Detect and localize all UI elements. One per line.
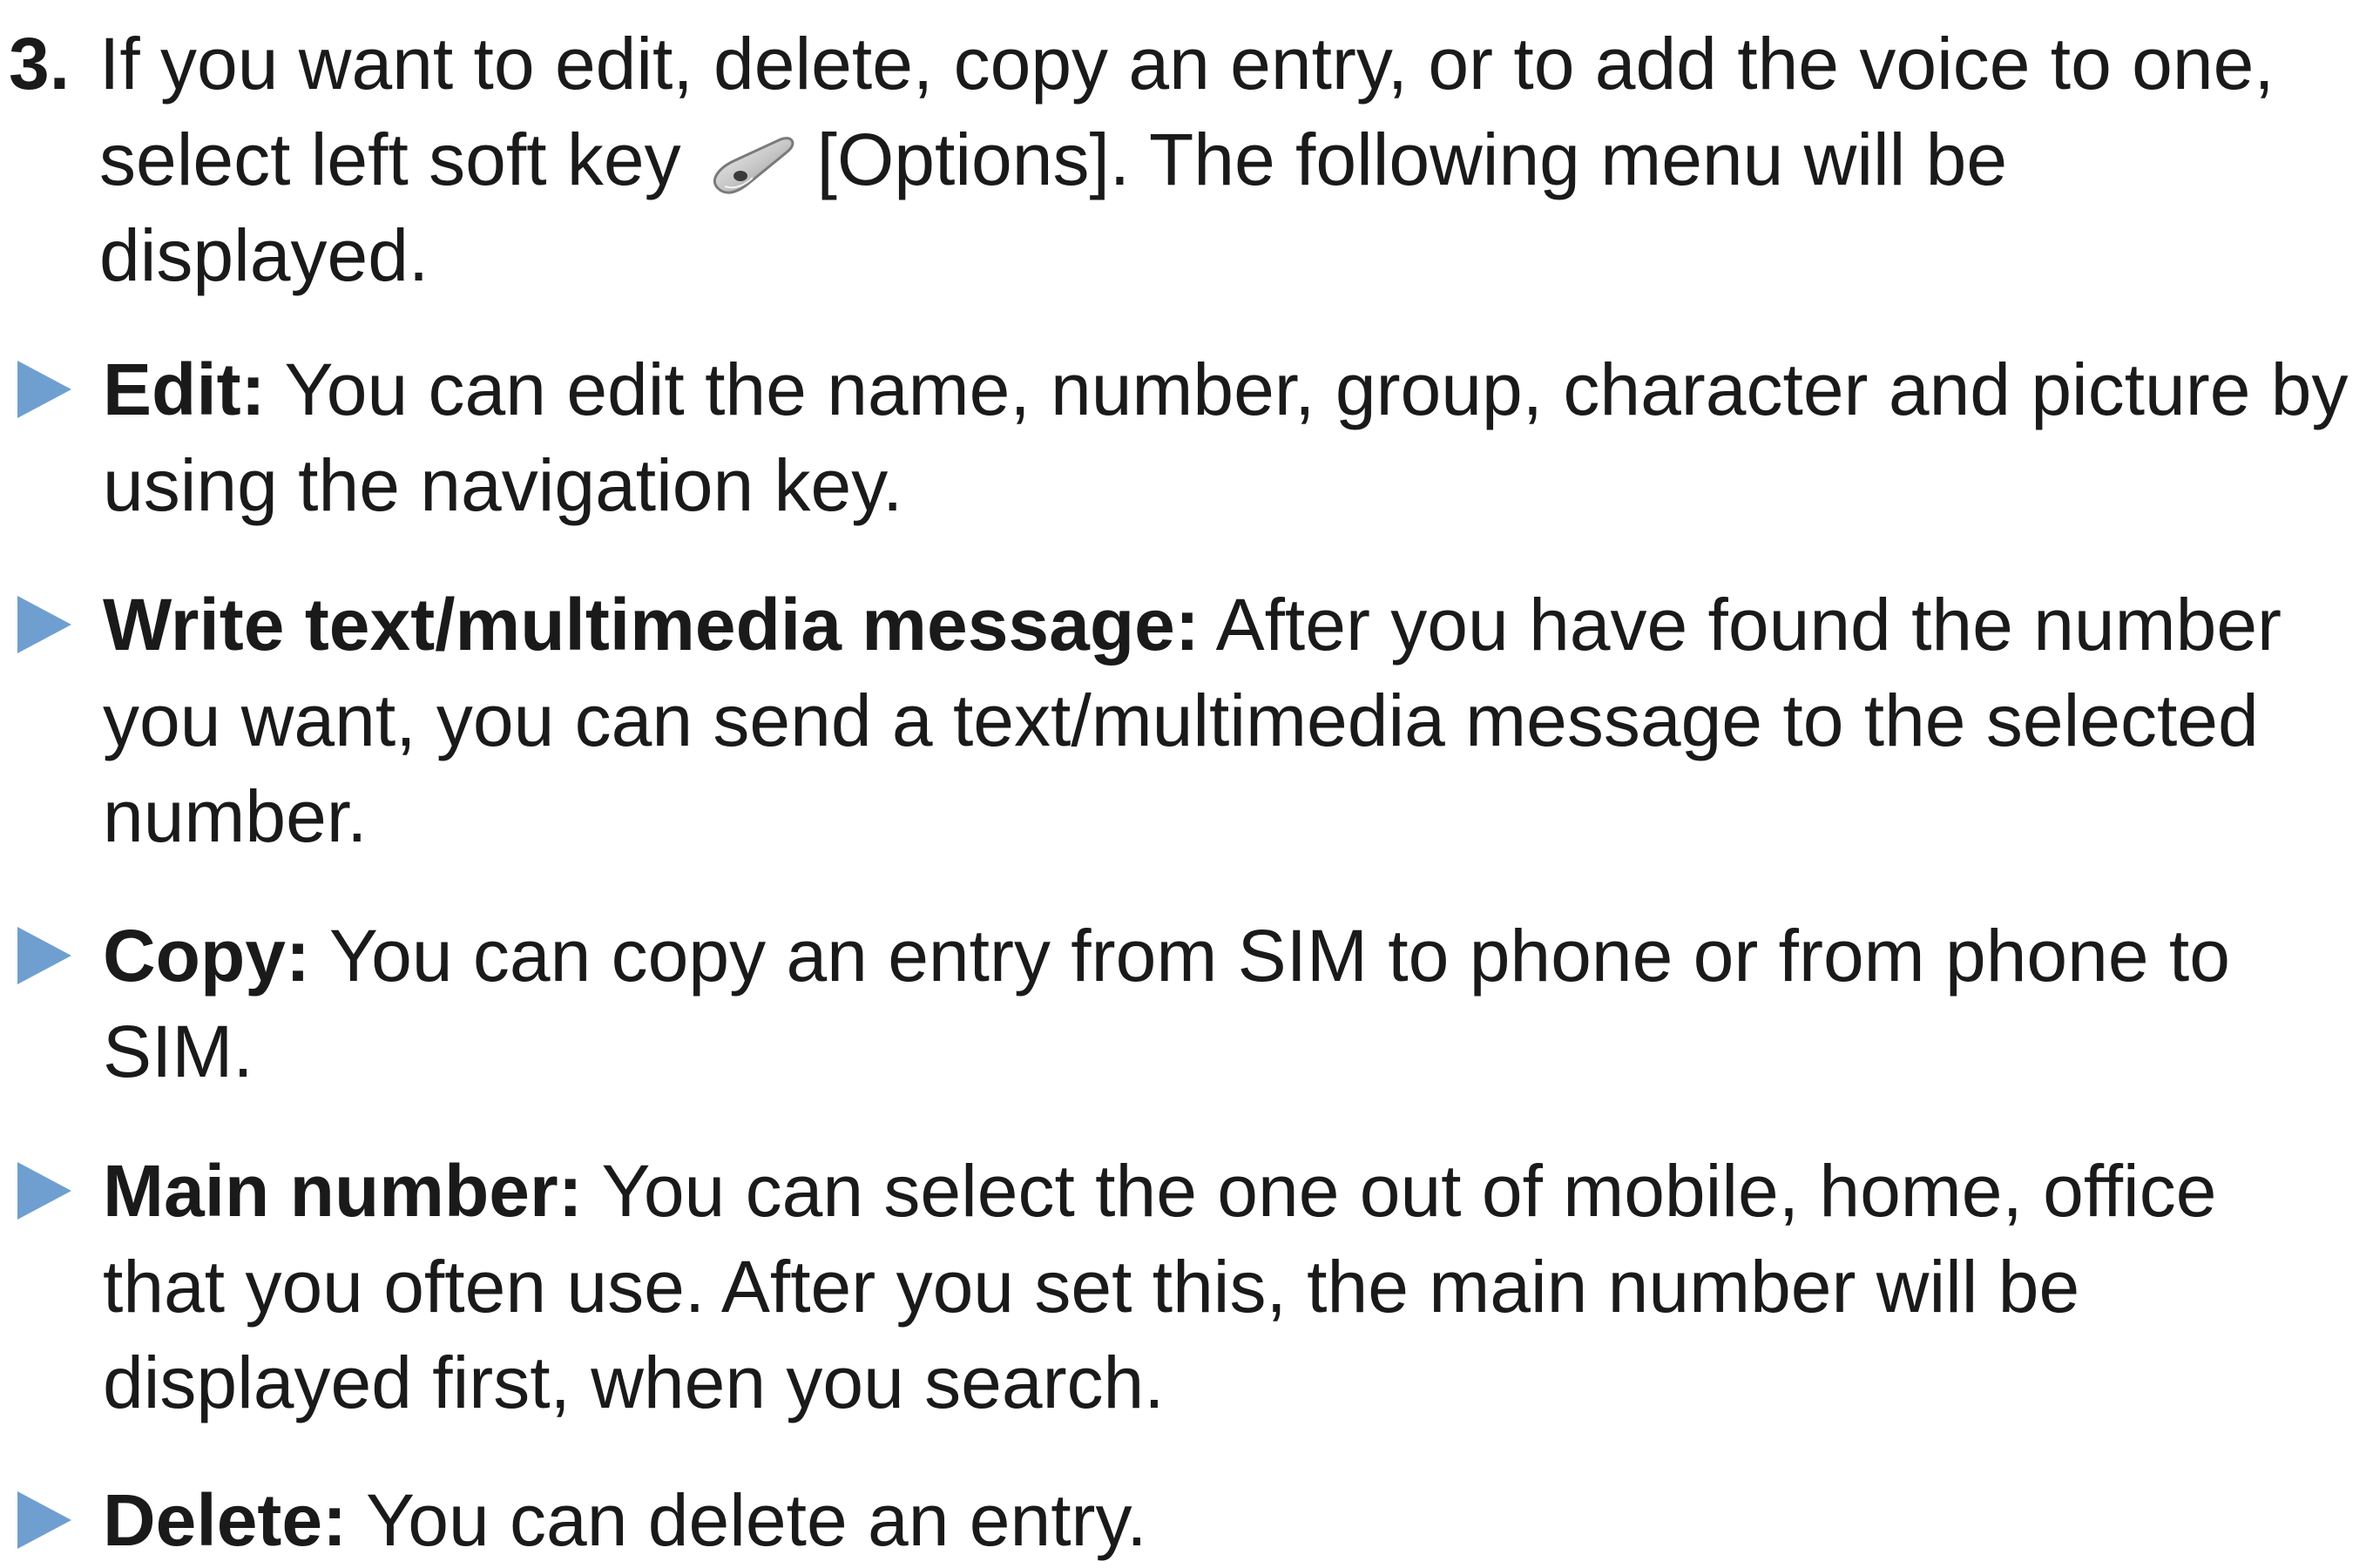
bullet-description: You can delete an entry.: [365, 1479, 1147, 1561]
bullet-arrow-icon: [17, 361, 71, 418]
bullet-edit: Edit: You can edit the name, number, gro…: [17, 341, 2352, 533]
bullet-description: You can edit the name, number, group, ch…: [103, 348, 2349, 526]
bullet-delete: Delete: You can delete an entry.: [17, 1472, 2352, 1568]
bullet-arrow-icon: [17, 927, 71, 984]
bullet-term: Edit:: [103, 348, 266, 430]
bullet-text: Write text/multimedia message: After you…: [103, 577, 2352, 864]
left-soft-key-icon: [700, 125, 805, 204]
step-3: 3. If you want to edit, delete, copy an …: [9, 16, 2352, 303]
bullet-text: Copy: You can copy an entry from SIM to …: [103, 908, 2352, 1099]
bullet-term: Copy:: [103, 915, 310, 997]
step-text: If you want to edit, delete, copy an ent…: [99, 16, 2352, 303]
bullet-term: Main number:: [103, 1150, 583, 1232]
bullet-arrow-icon: [17, 1162, 71, 1220]
bullet-text: Main number: You can select the one out …: [103, 1143, 2352, 1430]
bullet-term: Delete:: [103, 1479, 348, 1561]
bullet-description: You can copy an entry from SIM to phone …: [103, 915, 2230, 1092]
bullet-main-number: Main number: You can select the one out …: [17, 1143, 2352, 1430]
bullet-copy: Copy: You can copy an entry from SIM to …: [17, 908, 2352, 1099]
manual-page: 3. If you want to edit, delete, copy an …: [0, 0, 2366, 1561]
bullet-arrow-icon: [17, 596, 71, 653]
bullet-text: Delete: You can delete an entry.: [103, 1472, 2352, 1568]
step-number: 3.: [9, 23, 71, 105]
bullet-arrow-icon: [17, 1491, 71, 1549]
bullet-write-message: Write text/multimedia message: After you…: [17, 577, 2352, 864]
bullet-text: Edit: You can edit the name, number, gro…: [103, 341, 2352, 533]
bullet-term: Write text/multimedia message:: [103, 584, 1200, 666]
